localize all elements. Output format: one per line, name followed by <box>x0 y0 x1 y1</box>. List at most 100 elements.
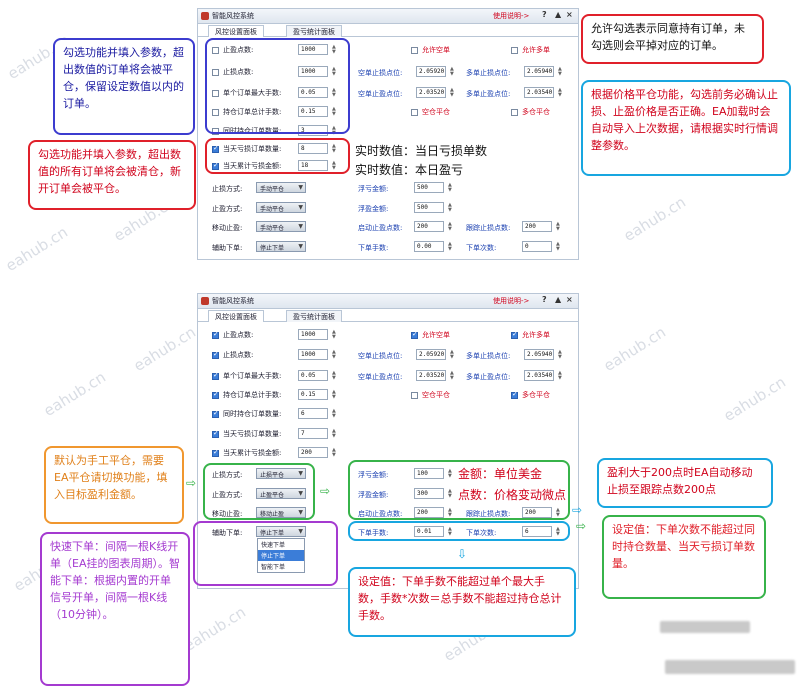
input-total-position-lots[interactable]: 0.15 <box>298 389 328 400</box>
input-concurrent-orders[interactable]: 6 <box>298 408 328 419</box>
pin-icon[interactable]: ▲ <box>555 295 561 304</box>
label-tp-mode: 止盈方式: <box>212 205 243 213</box>
label-float-loss: 浮亏金额: <box>358 185 389 193</box>
label-move-tp: 移动止盈: <box>212 224 243 232</box>
spinner-icon[interactable]: ▲ ▼ <box>332 448 336 458</box>
input-long-sl-price[interactable]: 2.05940 <box>524 66 554 77</box>
spinner-icon[interactable]: ▲ ▼ <box>448 183 452 193</box>
input-order-lot[interactable]: 0.00 <box>414 241 444 252</box>
label-assist-order: 辅助下单: <box>212 244 243 252</box>
spinner-icon[interactable]: ▲ ▼ <box>332 330 336 340</box>
note-price-close: 根据价格平仓功能，勾选前务必确认止损、止盈价格是否正确。EA加载时会自动导入上次… <box>581 80 791 176</box>
spinner-icon[interactable]: ▲ ▼ <box>332 390 336 400</box>
checkbox-daily-loss-amount[interactable] <box>212 448 219 457</box>
label-daily-loss-amount: 当天累计亏损金额: <box>223 449 282 457</box>
checkbox-long-close[interactable] <box>511 109 518 116</box>
watermark: eahub.cn <box>2 222 71 276</box>
input-short-sl-price[interactable]: 2.05920 <box>416 349 446 360</box>
checkbox-allow-short[interactable] <box>411 330 418 339</box>
spinner-icon[interactable]: ▲ ▼ <box>332 409 336 419</box>
label-allow-short: 允许空单 <box>422 46 450 54</box>
input-short-tp-price[interactable]: 2.03520 <box>416 87 446 98</box>
watermark: eahub.cn <box>720 372 789 426</box>
input-long-tp-price[interactable]: 2.03540 <box>524 370 554 381</box>
checkbox-short-close[interactable] <box>411 109 418 116</box>
note-lot-limit: 设定值：下单手数不能超过单个最大手数，手数*次数＝总手数不能超过持仓总计手数。 <box>348 567 576 637</box>
help-icon[interactable]: ? <box>542 295 547 304</box>
tab-pnl-stats[interactable]: 盈亏统计面板 <box>286 25 342 37</box>
tab-risk-settings[interactable]: 风控设置面板 <box>208 25 264 37</box>
input-short-sl-price[interactable]: 2.05920 <box>416 66 446 77</box>
app-icon <box>201 12 209 20</box>
help-link[interactable]: 使用说明-> <box>493 296 529 306</box>
checkbox-daily-loss-orders[interactable] <box>212 429 219 438</box>
select-assist-order[interactable]: 停止下单 ▼ <box>256 241 306 252</box>
spinner-icon[interactable]: ▲ ▼ <box>450 67 454 77</box>
label-long-sl-price: 多单止损点位: <box>466 69 511 77</box>
checkbox-allow-long[interactable] <box>511 330 518 339</box>
highlight-frame-cyan <box>348 521 570 541</box>
checkbox-max-lot-per-order[interactable] <box>212 371 219 380</box>
spinner-icon[interactable]: ▲ ▼ <box>448 242 452 252</box>
label-long-close: 多仓平仓 <box>522 108 550 116</box>
spinner-icon[interactable]: ▲ ▼ <box>556 242 560 252</box>
checkbox-allow-long[interactable] <box>511 47 518 54</box>
note-assist-order: 快速下单：间隔一根K线开单（EA挂的图表周期）。智能下单：根据内置的开单信号开单… <box>40 532 190 686</box>
checkbox-long-close[interactable] <box>511 390 518 399</box>
note-realtime-loss-orders: 实时数值：当日亏损单数 <box>355 144 488 158</box>
spinner-icon[interactable]: ▲ ▼ <box>332 371 336 381</box>
select-tp-mode[interactable]: 手动平仓 ▼ <box>256 202 306 213</box>
input-max-lot-per-order[interactable]: 0.05 <box>298 370 328 381</box>
checkbox-short-close[interactable] <box>411 392 418 399</box>
spinner-icon[interactable]: ▲ ▼ <box>332 350 336 360</box>
input-long-tp-price[interactable]: 2.03540 <box>524 87 554 98</box>
input-take-profit-points[interactable]: 1000 <box>298 329 328 340</box>
spinner-icon[interactable]: ▲ ▼ <box>450 371 454 381</box>
tab-risk-settings[interactable]: 风控设置面板 <box>208 310 264 322</box>
spinner-icon[interactable]: ▲ ▼ <box>558 371 562 381</box>
label-max-lot-per-order: 单个订单最大手数: <box>223 372 282 380</box>
close-icon[interactable]: × <box>566 10 573 19</box>
arrow-right-icon: ⇨ <box>320 484 331 498</box>
checkbox-take-profit-points[interactable] <box>212 330 219 339</box>
highlight-frame-red <box>205 138 350 174</box>
input-short-tp-price[interactable]: 2.03520 <box>416 370 446 381</box>
spinner-icon[interactable]: ▲ ▼ <box>558 88 562 98</box>
tab-pnl-stats[interactable]: 盈亏统计面板 <box>286 310 342 322</box>
spinner-icon[interactable]: ▲ ▼ <box>332 429 336 439</box>
label-total-position-lots: 持仓订单总计手数: <box>223 391 282 399</box>
input-daily-loss-orders[interactable]: 7 <box>298 428 328 439</box>
spinner-icon[interactable]: ▲ ▼ <box>448 203 452 213</box>
watermark: eahub.cn <box>600 322 669 376</box>
checkbox-stop-loss-points[interactable] <box>212 350 219 359</box>
checkbox-total-position-lots[interactable] <box>212 390 219 399</box>
spinner-icon[interactable]: ▲ ▼ <box>450 88 454 98</box>
spinner-icon[interactable]: ▲ ▼ <box>558 350 562 360</box>
spinner-icon[interactable]: ▲ ▼ <box>450 350 454 360</box>
label-take-profit-points: 止盈点数: <box>223 331 254 339</box>
select-move-tp[interactable]: 手动平仓 ▼ <box>256 221 306 232</box>
label-short-tp-price: 空单止盈点位: <box>358 90 403 98</box>
select-stop-mode[interactable]: 手动平仓 ▼ <box>256 182 306 193</box>
spinner-icon[interactable]: ▲ ▼ <box>448 222 452 232</box>
checkbox-allow-short[interactable] <box>411 47 418 54</box>
spinner-icon[interactable]: ▲ ▼ <box>558 67 562 77</box>
checkbox-concurrent-orders[interactable] <box>212 409 219 418</box>
input-daily-loss-amount[interactable]: 200 <box>298 447 328 458</box>
input-float-profit[interactable]: 500 <box>414 202 444 213</box>
input-long-sl-price[interactable]: 2.05940 <box>524 349 554 360</box>
note-order-times-limit: 设定值：下单次数不能超过同时持仓数量、当天亏损订单数量。 <box>602 515 766 599</box>
spinner-icon[interactable]: ▲ ▼ <box>556 222 560 232</box>
input-order-times[interactable]: 0 <box>522 241 552 252</box>
input-float-loss[interactable]: 500 <box>414 182 444 193</box>
watermark: eahub.cn <box>620 192 689 246</box>
label-allow-long: 允许多单 <box>522 331 550 339</box>
chevron-down-icon: ▼ <box>298 204 303 211</box>
help-icon[interactable]: ? <box>542 10 547 19</box>
input-trail-sl-points[interactable]: 200 <box>522 221 552 232</box>
input-start-tp-points[interactable]: 200 <box>414 221 444 232</box>
close-icon[interactable]: × <box>566 295 573 304</box>
pin-icon[interactable]: ▲ <box>555 10 561 19</box>
help-link[interactable]: 使用说明-> <box>493 11 529 21</box>
input-stop-loss-points[interactable]: 1000 <box>298 349 328 360</box>
